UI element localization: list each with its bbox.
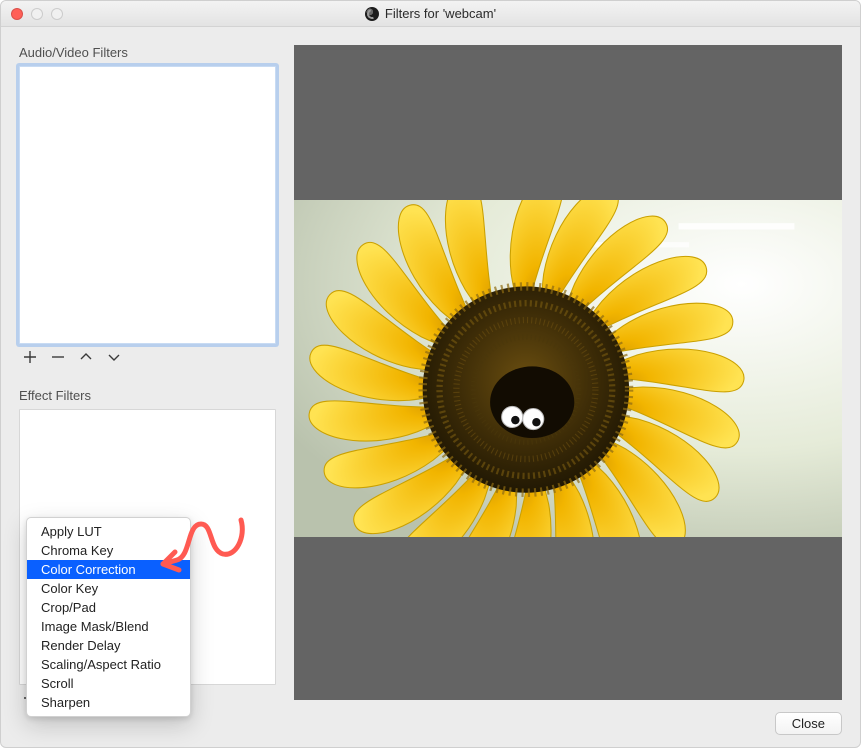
maximize-window-button[interactable] (51, 8, 63, 20)
close-button[interactable]: Close (775, 712, 842, 735)
preview-image (294, 200, 842, 537)
preview-area (294, 45, 842, 700)
av-filters-label: Audio/Video Filters (19, 45, 276, 60)
menu-item-color-key[interactable]: Color Key (27, 579, 190, 598)
effect-filters-label: Effect Filters (19, 388, 276, 403)
obs-logo-icon (365, 7, 379, 21)
av-filters-list[interactable] (19, 66, 276, 344)
filters-window: Filters for 'webcam' Audio/Video Filters (0, 0, 861, 748)
add-av-filter-button[interactable] (21, 350, 39, 368)
menu-item-crop-pad[interactable]: Crop/Pad (27, 598, 190, 617)
chevron-down-icon (107, 350, 121, 368)
menu-item-chroma-key[interactable]: Chroma Key (27, 541, 190, 560)
menu-item-scroll[interactable]: Scroll (27, 674, 190, 693)
menu-item-color-correction[interactable]: Color Correction (27, 560, 190, 579)
minimize-window-button[interactable] (31, 8, 43, 20)
move-down-av-filter-button[interactable] (105, 350, 123, 368)
close-window-button[interactable] (11, 8, 23, 20)
right-pane: Close (294, 27, 860, 747)
window-title: Filters for 'webcam' (385, 6, 496, 21)
add-filter-context-menu[interactable]: Apply LUTChroma KeyColor CorrectionColor… (26, 517, 191, 717)
window-controls (11, 8, 63, 20)
minus-icon (51, 350, 65, 368)
menu-item-apply-lut[interactable]: Apply LUT (27, 522, 190, 541)
menu-item-sharpen[interactable]: Sharpen (27, 693, 190, 712)
window-title-group: Filters for 'webcam' (1, 6, 860, 21)
av-toolbar (19, 344, 276, 370)
menu-item-scaling-aspect-ratio[interactable]: Scaling/Aspect Ratio (27, 655, 190, 674)
menu-item-image-mask-blend[interactable]: Image Mask/Blend (27, 617, 190, 636)
plus-icon (23, 350, 37, 368)
move-up-av-filter-button[interactable] (77, 350, 95, 368)
chevron-up-icon (79, 350, 93, 368)
menu-item-render-delay[interactable]: Render Delay (27, 636, 190, 655)
titlebar: Filters for 'webcam' (1, 1, 860, 27)
remove-av-filter-button[interactable] (49, 350, 67, 368)
dialog-buttons: Close (294, 700, 842, 735)
